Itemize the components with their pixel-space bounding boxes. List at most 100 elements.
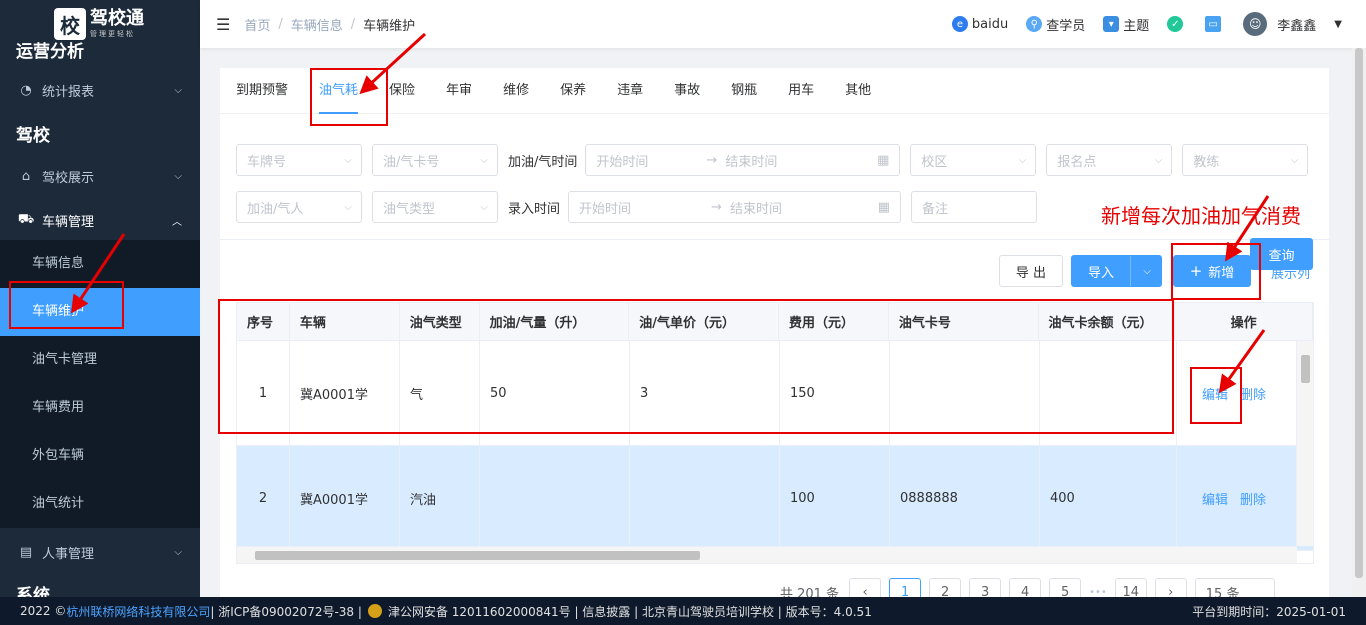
tab-accident[interactable]: 事故 <box>674 68 700 114</box>
col-cost: 费用（元） <box>779 303 889 340</box>
calendar-icon: ▦ <box>877 152 890 168</box>
table-vertical-scrollbar[interactable] <box>1296 341 1313 546</box>
table-header: 序号 车辆 油气类型 加油/气量（升） 油/气单价（元） 费用（元） 油气卡号 … <box>237 303 1313 341</box>
entry-time-label: 录入时间 <box>508 201 561 217</box>
show-columns-link[interactable]: 展示列 <box>1271 263 1310 282</box>
chevron-down-icon: ⌵ <box>344 154 352 166</box>
table-horizontal-scrollbar[interactable] <box>237 546 1297 563</box>
shield-icon: ✓ <box>1167 16 1184 32</box>
logo-name: 驾校通 <box>90 8 144 29</box>
col-unit-price: 油/气单价（元） <box>629 303 780 340</box>
avatar: ☺ <box>1243 12 1268 36</box>
tab-annual-review[interactable]: 年审 <box>446 68 472 114</box>
col-vehicle: 车辆 <box>290 303 400 340</box>
tab-repair[interactable]: 维修 <box>503 68 529 114</box>
export-button[interactable]: 导 出 <box>999 255 1063 287</box>
tab-violation[interactable]: 违章 <box>617 68 643 114</box>
tab-vehicle-use[interactable]: 用车 <box>788 68 814 114</box>
refuel-time-range[interactable]: 开始时间 → 结束时间 ▦ <box>585 144 901 176</box>
main-panel: 到期预警 油气耗 保险 年审 维修 保养 违章 事故 钢瓶 用车 其他 车牌号 ⌵… <box>220 68 1329 597</box>
page-4[interactable]: 4 <box>1009 578 1042 597</box>
card-no-select[interactable]: 油/气卡号 ⌵ <box>372 144 498 176</box>
table-row: 1 冀A0001学 气 50 3 150 编辑 删除 <box>237 341 1313 446</box>
refueler-select[interactable]: 加油/气人 ⌵ <box>236 191 362 223</box>
tab-other[interactable]: 其他 <box>845 68 871 114</box>
logo-icon: 校 <box>54 8 86 40</box>
tab-cylinder[interactable]: 钢瓶 <box>731 68 757 114</box>
breadcrumb-vehicle-info[interactable]: 车辆信息 <box>291 15 343 34</box>
page-2[interactable]: 2 <box>929 578 962 597</box>
sidebar-item-vehicle-mgmt[interactable]: ⛟ 车辆管理 ︿ <box>0 200 200 240</box>
refuel-time-label: 加油/气时间 <box>508 154 578 170</box>
import-button[interactable]: 导入 ⌵ <box>1071 255 1162 287</box>
theme-button[interactable]: ▾ 主题 <box>1103 15 1149 34</box>
expire-text: 平台到期时间：2025-01-01 <box>1192 604 1346 619</box>
shirt-icon: ▾ <box>1103 16 1120 32</box>
sidebar-item-outsourced[interactable]: 外包车辆 <box>0 432 200 480</box>
section-jiaxiao: 驾校 <box>16 126 50 146</box>
vehicle-submenu: 车辆信息 车辆维护 油气卡管理 车辆费用 外包车辆 油气统计 <box>0 240 200 528</box>
chevron-down-icon: ⌵ <box>1143 265 1151 277</box>
plus-icon: + <box>1189 262 1203 280</box>
menu-fold-icon[interactable]: ☰ <box>216 15 230 34</box>
sidebar-item-vehicle-cost[interactable]: 车辆费用 <box>0 384 200 432</box>
sidebar-item-hr[interactable]: ▤ 人事管理 ⌵ <box>0 528 200 576</box>
annotation-text: 新增每次加油加气消费 <box>1101 204 1301 228</box>
add-button[interactable]: + 新增 <box>1173 255 1251 287</box>
edit-link[interactable]: 编辑 <box>1202 384 1228 403</box>
page-3[interactable]: 3 <box>969 578 1002 597</box>
company-link[interactable]: 杭州联桥网络科技有限公司 <box>66 603 210 620</box>
baidu-link[interactable]: e baidu <box>951 16 1008 32</box>
chevron-down-icon: ⌵ <box>480 201 488 213</box>
entry-time-range[interactable]: 开始时间 → 结束时间 ▦ <box>568 191 902 223</box>
sidebar-item-fuel-card[interactable]: 油气卡管理 <box>0 336 200 384</box>
next-page-button[interactable]: › <box>1154 578 1187 597</box>
breadcrumb-current: 车辆维护 <box>363 18 416 34</box>
chevron-down-icon: ⌵ <box>1290 154 1299 166</box>
tab-maintenance[interactable]: 保养 <box>560 68 586 114</box>
campus-select[interactable]: 校区 ⌵ <box>910 144 1037 176</box>
building-icon: ⌂ <box>21 168 31 184</box>
sidebar-item-vehicle-maint[interactable]: 车辆维护 <box>0 288 200 336</box>
search-icon: ⚲ <box>1026 16 1043 32</box>
edit-link[interactable]: 编辑 <box>1202 489 1228 508</box>
arrow-right-icon: → <box>706 152 718 168</box>
sidebar-item-fuel-stat[interactable]: 油气统计 <box>0 480 200 528</box>
icp-text[interactable]: | 浙ICP备09002072号-38 | <box>210 603 362 620</box>
shield-button[interactable]: ✓ <box>1167 16 1187 32</box>
delete-link[interactable]: 删除 <box>1240 384 1266 403</box>
page-14[interactable]: 14 <box>1114 578 1147 597</box>
user-menu[interactable]: ☺ 李鑫鑫 ▼ <box>1243 12 1342 36</box>
footer: 2022 © 杭州联桥网络科技有限公司 | 浙ICP备09002072号-38 … <box>0 597 1366 625</box>
tab-expiry[interactable]: 到期预警 <box>236 68 288 114</box>
delete-link[interactable]: 删除 <box>1240 489 1266 508</box>
page-1[interactable]: 1 <box>889 578 922 597</box>
page-5[interactable]: 5 <box>1049 578 1082 597</box>
tab-fuel[interactable]: 油气耗 <box>319 68 359 114</box>
sidebar-item-stat-report[interactable]: ◔ 统计报表 ⌵ <box>0 72 200 108</box>
fuel-type-select[interactable]: 油气类型 ⌵ <box>372 191 498 223</box>
sidebar-item-school-show[interactable]: ⌂ 驾校展示 ⌵ <box>0 156 200 196</box>
sidebar-item-label: 人事管理 <box>42 546 95 562</box>
chevron-up-icon: ︿ <box>172 216 182 228</box>
breadcrumb-home[interactable]: 首页 <box>244 15 270 34</box>
sidebar-item-vehicle-info[interactable]: 车辆信息 <box>0 240 200 288</box>
more-pages-icon[interactable]: ••• <box>1089 587 1107 598</box>
col-index: 序号 <box>237 303 290 340</box>
chevron-down-icon: ⌵ <box>1018 154 1027 166</box>
page-scrollbar[interactable] <box>1352 48 1366 597</box>
tab-insurance[interactable]: 保险 <box>389 68 415 114</box>
top-header: ☰ 首页 / 车辆信息 / 车辆维护 e baidu ⚲ 查学员 ▾ 主题 ✓ … <box>200 0 1366 48</box>
screen-button[interactable]: ▭ <box>1205 16 1225 32</box>
remark-input[interactable]: 备注 <box>911 191 1038 223</box>
page-size-select[interactable]: 15 条 <box>1194 578 1275 597</box>
chevron-down-icon: ⌵ <box>174 546 182 558</box>
query-student-button[interactable]: ⚲ 查学员 <box>1026 15 1085 34</box>
signup-select[interactable]: 报名点 ⌵ <box>1046 144 1173 176</box>
coach-select[interactable]: 教练 ⌵ <box>1182 144 1309 176</box>
table-row: 2 冀A0001学 汽油 100 0888888 400 编辑 删除 <box>237 446 1313 551</box>
chevron-down-icon: ⌵ <box>174 84 182 96</box>
plate-select[interactable]: 车牌号 ⌵ <box>236 144 362 176</box>
sidebar: 校 驾校通 管理更轻松 运营分析 ◔ 统计报表 ⌵ 驾校 ⌂ 驾校展示 ⌵ ⛟ … <box>0 0 200 597</box>
prev-page-button[interactable]: ‹ <box>849 578 882 597</box>
